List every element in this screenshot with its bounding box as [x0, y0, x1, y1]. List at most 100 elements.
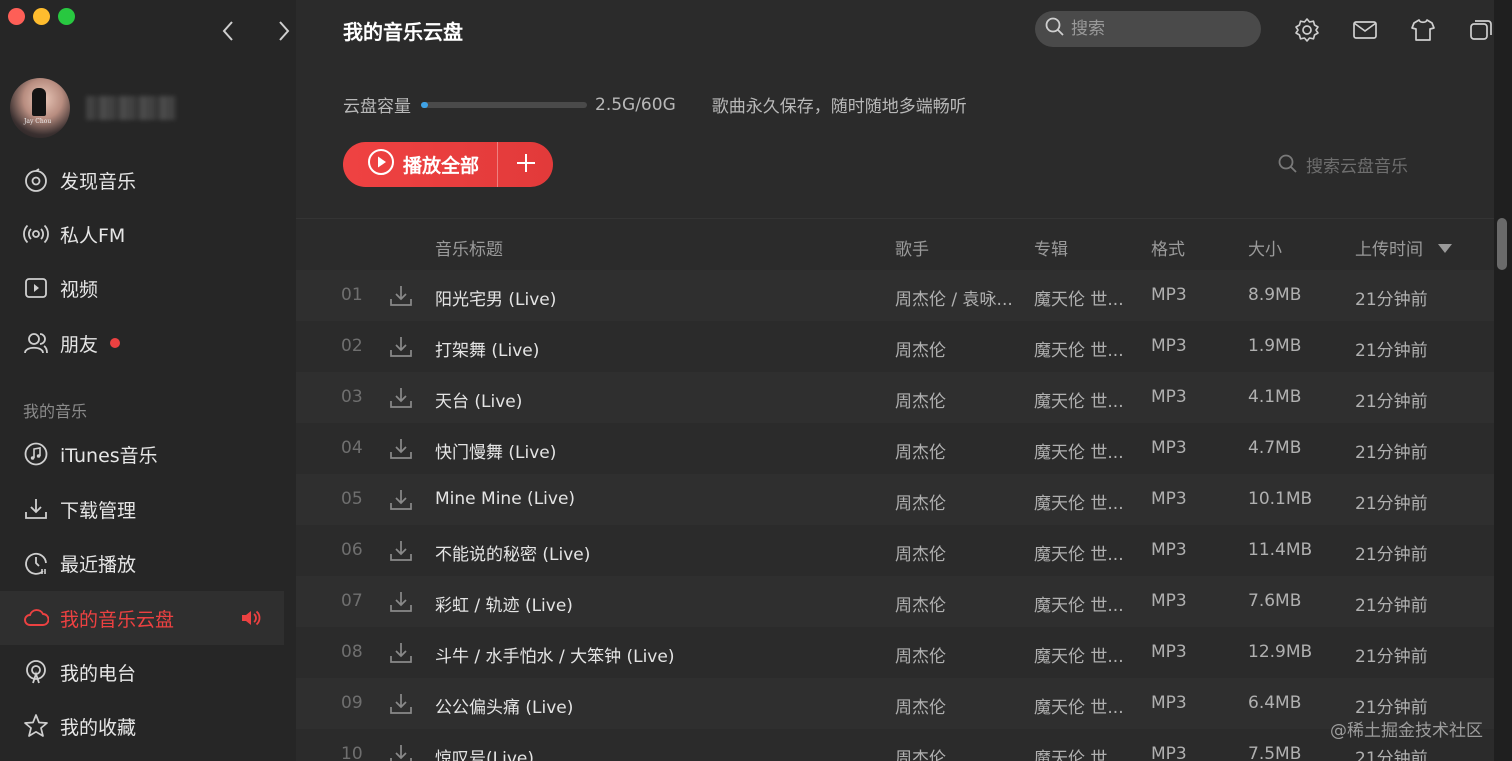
- song-format: MP3: [1151, 285, 1187, 305]
- song-title[interactable]: 不能说的秘密 (Live): [435, 540, 875, 565]
- song-title[interactable]: Mine Mine (Live): [435, 489, 875, 509]
- username-blurred[interactable]: [86, 96, 176, 120]
- play-all-button[interactable]: 播放全部: [343, 142, 498, 187]
- history-navigation: [218, 18, 294, 48]
- search-input[interactable]: [1071, 19, 1241, 39]
- song-format: MP3: [1151, 489, 1187, 509]
- sidebar-item-friends[interactable]: 朋友: [0, 316, 284, 370]
- table-row[interactable]: 02 打架舞 (Live) 周杰伦 魔天伦 世... MP3 1.9MB 21分钟前: [296, 321, 1494, 372]
- song-artist[interactable]: 周杰伦: [895, 591, 1020, 616]
- download-icon[interactable]: [388, 436, 414, 467]
- table-row[interactable]: 06 不能说的秘密 (Live) 周杰伦 魔天伦 世... MP3 11.4MB 21分钟前: [296, 525, 1494, 576]
- song-size: 8.9MB: [1248, 285, 1302, 305]
- sidebar-item-podcast[interactable]: 我的电台: [0, 645, 284, 699]
- download-icon[interactable]: [388, 691, 414, 722]
- song-album[interactable]: 魔天伦 世...: [1034, 591, 1132, 616]
- song-size: 6.4MB: [1248, 693, 1302, 713]
- song-format: MP3: [1151, 693, 1187, 713]
- sidebar-item-recent[interactable]: 最近播放: [0, 536, 284, 590]
- download-icon[interactable]: [388, 385, 414, 416]
- header-artist[interactable]: 歌手: [895, 235, 929, 260]
- song-album[interactable]: 魔天伦 世...: [1034, 642, 1132, 667]
- close-window-button[interactable]: [8, 8, 25, 25]
- song-title[interactable]: 彩虹 / 轨迹 (Live): [435, 591, 875, 616]
- row-index: 04: [341, 438, 363, 458]
- table-row[interactable]: 07 彩虹 / 轨迹 (Live) 周杰伦 魔天伦 世... MP3 7.6MB 21分钟前: [296, 576, 1494, 627]
- song-artist[interactable]: 周杰伦: [895, 744, 1020, 761]
- header-upload-time[interactable]: 上传时间: [1355, 235, 1423, 260]
- gear-icon[interactable]: [1293, 16, 1321, 44]
- back-arrow-icon[interactable]: [218, 18, 238, 48]
- song-album[interactable]: 魔天伦 世...: [1034, 693, 1132, 718]
- song-album[interactable]: 魔天伦 世...: [1034, 489, 1132, 514]
- song-album[interactable]: 魔天伦 世...: [1034, 285, 1132, 310]
- table-row[interactable]: 01 阳光宅男 (Live) 周杰伦 / 袁咏... 魔天伦 世... MP3 8.9MB…: [296, 270, 1494, 321]
- song-artist[interactable]: 周杰伦: [895, 336, 1020, 361]
- sidebar-item-cloud[interactable]: 我的音乐云盘: [0, 591, 284, 645]
- skin-tshirt-icon[interactable]: [1409, 16, 1437, 44]
- table-row[interactable]: 10 惊叹号(Live) 周杰伦 魔天伦 世... MP3 7.5MB 21分钟前: [296, 729, 1494, 761]
- header-size[interactable]: 大小: [1248, 235, 1282, 260]
- download-icon[interactable]: [388, 283, 414, 314]
- song-title[interactable]: 打架舞 (Live): [435, 336, 875, 361]
- avatar[interactable]: Jay Chou: [10, 78, 70, 138]
- song-title[interactable]: 快门慢舞 (Live): [435, 438, 875, 463]
- cloud-music-search[interactable]: [1278, 154, 1466, 179]
- mini-mode-icon[interactable]: [1467, 16, 1495, 44]
- download-icon[interactable]: [388, 334, 414, 365]
- sidebar-item-downloads[interactable]: 下载管理: [0, 482, 284, 536]
- sidebar-item-discover[interactable]: 发现音乐: [0, 153, 284, 207]
- sidebar-item-favorites[interactable]: 我的收藏: [0, 699, 284, 753]
- sidebar-item-video[interactable]: 视频: [0, 261, 284, 315]
- scrollbar[interactable]: [1494, 62, 1512, 761]
- table-row[interactable]: 08 斗牛 / 水手怕水 / 大笨钟 (Live) 周杰伦 魔天伦 世... MP3 12…: [296, 627, 1494, 678]
- recent-icon: [22, 549, 50, 577]
- sidebar-item-fm[interactable]: 私人FM: [0, 207, 284, 261]
- song-title[interactable]: 惊叹号(Live): [435, 744, 875, 761]
- add-to-playlist-button[interactable]: [498, 142, 553, 187]
- table-row[interactable]: 05 Mine Mine (Live) 周杰伦 魔天伦 世... MP3 10.1MB 21…: [296, 474, 1494, 525]
- sidebar-item-itunes[interactable]: iTunes音乐: [0, 427, 284, 481]
- header-album[interactable]: 专辑: [1034, 235, 1068, 260]
- table-row[interactable]: 09 公公偏头痛 (Live) 周杰伦 魔天伦 世... MP3 6.4MB 21分钟前: [296, 678, 1494, 729]
- song-title[interactable]: 天台 (Live): [435, 387, 875, 412]
- mail-icon[interactable]: [1351, 16, 1379, 44]
- song-artist[interactable]: 周杰伦 / 袁咏...: [895, 285, 1020, 310]
- song-album[interactable]: 魔天伦 世...: [1034, 540, 1132, 565]
- song-upload-time: 21分钟前: [1355, 494, 1428, 514]
- song-artist[interactable]: 周杰伦: [895, 540, 1020, 565]
- song-album[interactable]: 魔天伦 世...: [1034, 336, 1132, 361]
- table-row[interactable]: 03 天台 (Live) 周杰伦 魔天伦 世... MP3 4.1MB 21分钟前: [296, 372, 1494, 423]
- song-album[interactable]: 魔天伦 世...: [1034, 387, 1132, 412]
- song-artist[interactable]: 周杰伦: [895, 438, 1020, 463]
- song-title[interactable]: 阳光宅男 (Live): [435, 285, 875, 310]
- minimize-window-button[interactable]: [33, 8, 50, 25]
- watermark: @稀土掘金技术社区: [1330, 721, 1483, 741]
- download-icon[interactable]: [388, 487, 414, 518]
- star-icon: [22, 712, 50, 740]
- song-title[interactable]: 斗牛 / 水手怕水 / 大笨钟 (Live): [435, 642, 875, 667]
- song-title[interactable]: 公公偏头痛 (Live): [435, 693, 875, 718]
- cloud-search-input[interactable]: [1306, 156, 1466, 177]
- forward-arrow-icon[interactable]: [274, 18, 294, 48]
- download-icon[interactable]: [388, 538, 414, 569]
- header-format[interactable]: 格式: [1151, 235, 1185, 260]
- song-format: MP3: [1151, 744, 1187, 761]
- sort-down-icon[interactable]: [1438, 239, 1452, 259]
- scrollbar-thumb[interactable]: [1497, 218, 1507, 270]
- radio-fm-icon: [22, 220, 50, 248]
- table-row[interactable]: 04 快门慢舞 (Live) 周杰伦 魔天伦 世... MP3 4.7MB 21分钟前: [296, 423, 1494, 474]
- download-icon[interactable]: [388, 589, 414, 620]
- song-album[interactable]: 魔天伦 世...: [1034, 744, 1132, 761]
- user-profile[interactable]: Jay Chou: [10, 78, 176, 138]
- song-album[interactable]: 魔天伦 世...: [1034, 438, 1132, 463]
- global-search[interactable]: [1035, 11, 1261, 47]
- song-artist[interactable]: 周杰伦: [895, 642, 1020, 667]
- song-artist[interactable]: 周杰伦: [895, 693, 1020, 718]
- zoom-window-button[interactable]: [58, 8, 75, 25]
- download-icon[interactable]: [388, 640, 414, 671]
- song-artist[interactable]: 周杰伦: [895, 387, 1020, 412]
- download-icon[interactable]: [388, 742, 414, 761]
- song-artist[interactable]: 周杰伦: [895, 489, 1020, 514]
- header-title[interactable]: 音乐标题: [435, 235, 503, 260]
